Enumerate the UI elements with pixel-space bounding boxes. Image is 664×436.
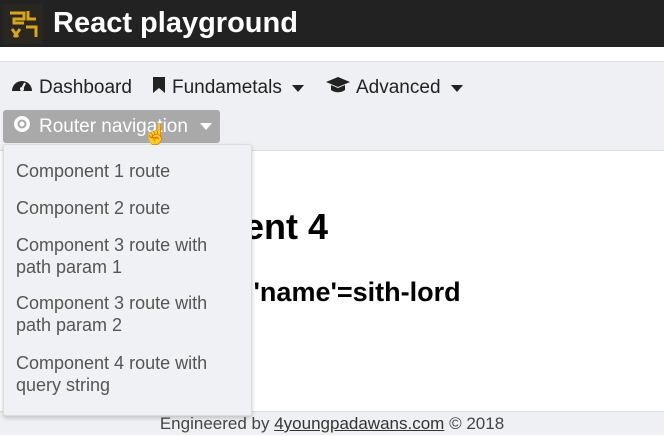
footer-link[interactable]: 4youngpadawans.com <box>274 414 444 433</box>
nav-fundamentals[interactable]: Fundametals <box>152 76 304 100</box>
logo-icon[interactable] <box>3 3 43 44</box>
caret-down-icon <box>291 84 304 92</box>
nav-dashboard[interactable]: Dashboard <box>11 76 132 100</box>
menu-item-component-1[interactable]: Component 1 route <box>16 160 246 182</box>
footer-prefix: Engineered by <box>159 414 270 433</box>
page-subheading: m 'name'=sith-lord <box>222 277 461 307</box>
graduation-cap-icon <box>326 76 350 100</box>
router-navigation-toggle[interactable]: Router navigation <box>3 110 220 143</box>
navbar: Dashboard Fundametals Advanced Router na… <box>0 61 664 151</box>
footer-copyright: © 2018 <box>449 414 505 433</box>
menu-item-component-3-param-2[interactable]: Component 3 route with path param 2 <box>16 292 236 336</box>
nav-advanced-label: Advanced <box>356 77 441 98</box>
nav-advanced[interactable]: Advanced <box>326 76 463 100</box>
tachometer-icon <box>11 76 33 100</box>
bookmark-icon <box>152 76 166 100</box>
router-dropdown-menu: Component 1 route Component 2 route Comp… <box>3 144 252 416</box>
caret-down-icon <box>450 84 463 92</box>
menu-item-component-2[interactable]: Component 2 route <box>16 197 246 219</box>
app-header: React playground <box>0 0 664 47</box>
hand-pointer-cursor-icon: ☝ <box>143 124 168 146</box>
menu-item-component-4-query[interactable]: Component 4 route with query string <box>16 352 236 396</box>
menu-item-component-3-param-1[interactable]: Component 3 route with path param 1 <box>16 234 236 278</box>
nav-dashboard-label: Dashboard <box>39 77 132 98</box>
compass-icon <box>13 115 31 139</box>
app-title: React playground <box>53 7 298 39</box>
caret-down-icon <box>199 123 212 130</box>
nav-fundamentals-label: Fundametals <box>172 77 282 98</box>
